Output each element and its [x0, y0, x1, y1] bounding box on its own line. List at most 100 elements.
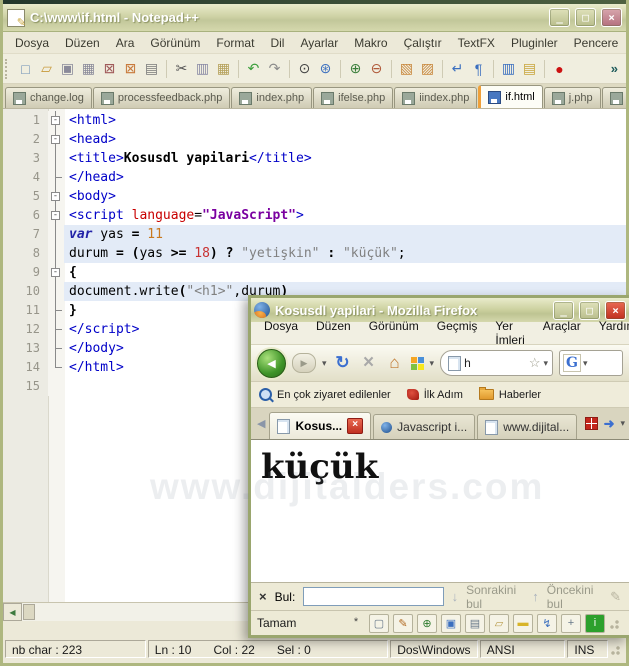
home-button[interactable]: ⌂ — [385, 353, 405, 373]
find-icon[interactable]: ⊙ — [295, 59, 314, 78]
globe-icon[interactable]: ⊕ — [417, 613, 437, 633]
find-next-button[interactable]: Sonrakini bul — [466, 583, 524, 611]
menu-item-format[interactable]: Format — [208, 34, 262, 52]
maximize-button[interactable]: □ — [575, 8, 596, 27]
google-search-icon[interactable]: G — [563, 354, 581, 372]
code-line[interactable]: 5- <body> — [3, 187, 626, 206]
info-icon[interactable]: i — [585, 613, 605, 633]
code-line[interactable]: 6- <script language="JavaScript"> — [3, 206, 626, 225]
address-input[interactable]: h — [464, 356, 526, 370]
reload-button[interactable]: ↻ — [333, 353, 353, 373]
show-symbol-icon[interactable]: ¶ — [469, 59, 488, 78]
open-folder-icon[interactable]: ▱ — [37, 59, 56, 78]
page-content[interactable]: küçük — [251, 440, 629, 582]
menu-item-ara[interactable]: Ara — [108, 34, 143, 52]
close-button[interactable]: × — [601, 8, 622, 27]
tab-close-button[interactable]: × — [347, 418, 364, 434]
word-wrap-icon[interactable]: ↵ — [448, 59, 467, 78]
find-prev-button[interactable]: Öncekini bul — [547, 583, 602, 611]
doc-tab-processfeedback-php[interactable]: processfeedback.php — [92, 87, 231, 108]
doc-tab-change-log[interactable]: change.log — [5, 87, 92, 108]
code-line[interactable]: 1- <html> — [3, 111, 626, 130]
find-next-icon[interactable]: ↓ — [452, 589, 459, 604]
find-prev-icon[interactable]: ↑ — [532, 589, 539, 604]
highlight-all-icon[interactable]: ✎ — [610, 589, 621, 605]
edit-icon[interactable]: ✎ — [393, 613, 413, 633]
search-input[interactable] — [589, 354, 619, 372]
code-line[interactable]: 9-{ — [3, 263, 626, 282]
code-line[interactable]: 8 durum = (yas >= 18) ? "yetişkin" : "küç… — [3, 244, 626, 263]
notepad-titlebar[interactable]: C:\www\if.html - Notepad++ _ □ × — [3, 4, 626, 32]
tabs-dropdown-icon[interactable]: ▾ — [620, 418, 625, 429]
bug-icon[interactable]: * — [347, 614, 365, 631]
menu-item-d-zen[interactable]: Düzen — [57, 34, 108, 52]
fold-collapse-icon[interactable]: - — [51, 268, 60, 277]
toolbar-grip[interactable] — [5, 58, 11, 79]
cut-icon[interactable]: ✂ — [172, 59, 191, 78]
stop-button[interactable]: × — [359, 352, 379, 373]
menu-item-ayarlar[interactable]: Ayarlar — [292, 34, 346, 52]
close-doc-icon[interactable]: ⊠ — [100, 59, 119, 78]
zoom-in-icon[interactable]: ⊕ — [346, 59, 365, 78]
browser-tab-javascript-i[interactable]: Javascript i... — [373, 414, 476, 439]
new-page-icon[interactable]: ▢ — [369, 613, 389, 633]
menu-item-pencere[interactable]: Pencere — [566, 34, 627, 52]
zoom-out-icon[interactable]: ⊖ — [367, 59, 386, 78]
redo-icon[interactable]: ↷ — [265, 59, 284, 78]
clipboard-icon[interactable]: ▱ — [489, 613, 509, 633]
menu-item-dosya[interactable]: Dosya — [7, 34, 57, 52]
fold-collapse-icon[interactable]: - — [51, 192, 60, 201]
bookmark-haberler[interactable]: Haberler — [478, 387, 541, 401]
grid-dropdown-icon[interactable]: ▾ — [430, 358, 435, 369]
print-icon[interactable]: ▤ — [142, 59, 161, 78]
paste-icon[interactable]: ▦ — [214, 59, 233, 78]
doc-tab-j-php[interactable]: j.php — [543, 87, 601, 108]
function-list-icon[interactable]: ▤ — [520, 59, 539, 78]
restore-window-icon[interactable]: ▧ — [397, 59, 416, 78]
tab-scroll-right-icon[interactable]: ➜ — [604, 416, 615, 432]
address-bar[interactable]: h ☆ ▾ — [440, 350, 553, 376]
doc-map-icon[interactable]: ▥ — [499, 59, 518, 78]
bookmark-en-ok-ziyaret-edilenler[interactable]: En çok ziyaret edilenler — [259, 388, 391, 401]
fold-collapse-icon[interactable]: - — [51, 135, 60, 144]
record-macro-icon[interactable]: ● — [550, 59, 569, 78]
scroll-left-arrow[interactable]: ◀ — [3, 603, 22, 621]
note-icon[interactable]: ▬ — [513, 613, 533, 633]
menu-item-makro[interactable]: Makro — [346, 34, 395, 52]
bookmark-star-icon[interactable]: ☆ — [529, 355, 541, 371]
doc-tab-i[interactable]: i — [601, 87, 626, 108]
fullscreen-icon[interactable]: ▨ — [418, 59, 437, 78]
history-dropdown-icon[interactable]: ▾ — [322, 358, 327, 369]
menu-item-g-r-n-m[interactable]: Görünüm — [142, 34, 208, 52]
bookmark-i-lk-ad-m[interactable]: İlk Adım — [406, 388, 463, 401]
undo-icon[interactable]: ↶ — [244, 59, 263, 78]
quick-launch-grid-icon[interactable] — [410, 356, 424, 370]
find-input[interactable] — [303, 587, 444, 606]
doc-tab-iindex-php[interactable]: iindex.php — [394, 87, 478, 108]
code-line[interactable]: 4 </head> — [3, 168, 626, 187]
replace-icon[interactable]: ⊛ — [316, 59, 335, 78]
code-line[interactable]: 3 <title>Kosusdl yapilari</title> — [3, 149, 626, 168]
browser-tab-www-dijital[interactable]: www.dijital... — [477, 414, 578, 439]
lightning-icon[interactable]: ↯ — [537, 613, 557, 633]
address-dropdown-icon[interactable]: ▾ — [543, 358, 548, 369]
code-line[interactable]: 2- <head> — [3, 130, 626, 149]
close-all-icon[interactable]: ⊠ — [121, 59, 140, 78]
list-all-tabs-icon[interactable] — [584, 417, 598, 430]
menu-item-textfx[interactable]: TextFX — [450, 34, 503, 52]
doc-tab-ifelse-php[interactable]: ifelse.php — [313, 87, 394, 108]
menu-item-dil[interactable]: Dil — [262, 34, 292, 52]
doc-tab-if-html[interactable]: if.html — [478, 85, 543, 108]
new-file-icon[interactable]: □ — [16, 59, 35, 78]
save-all-icon[interactable]: ▦ — [79, 59, 98, 78]
search-engine-dropdown-icon[interactable]: ▾ — [583, 358, 588, 369]
resize-grip[interactable] — [610, 641, 624, 656]
scrollbar-thumb[interactable] — [23, 604, 35, 620]
print-icon[interactable]: ▤ — [465, 613, 485, 633]
ff-resize-grip[interactable] — [609, 616, 623, 630]
menu-item-al-t-r[interactable]: Çalıştır — [396, 34, 450, 52]
browser-tab-kosus[interactable]: Kosus... × — [269, 412, 372, 439]
minimize-button[interactable]: _ — [549, 8, 570, 27]
code-line[interactable]: 7 var yas = 11 — [3, 225, 626, 244]
findbar-close-icon[interactable]: × — [259, 589, 267, 604]
